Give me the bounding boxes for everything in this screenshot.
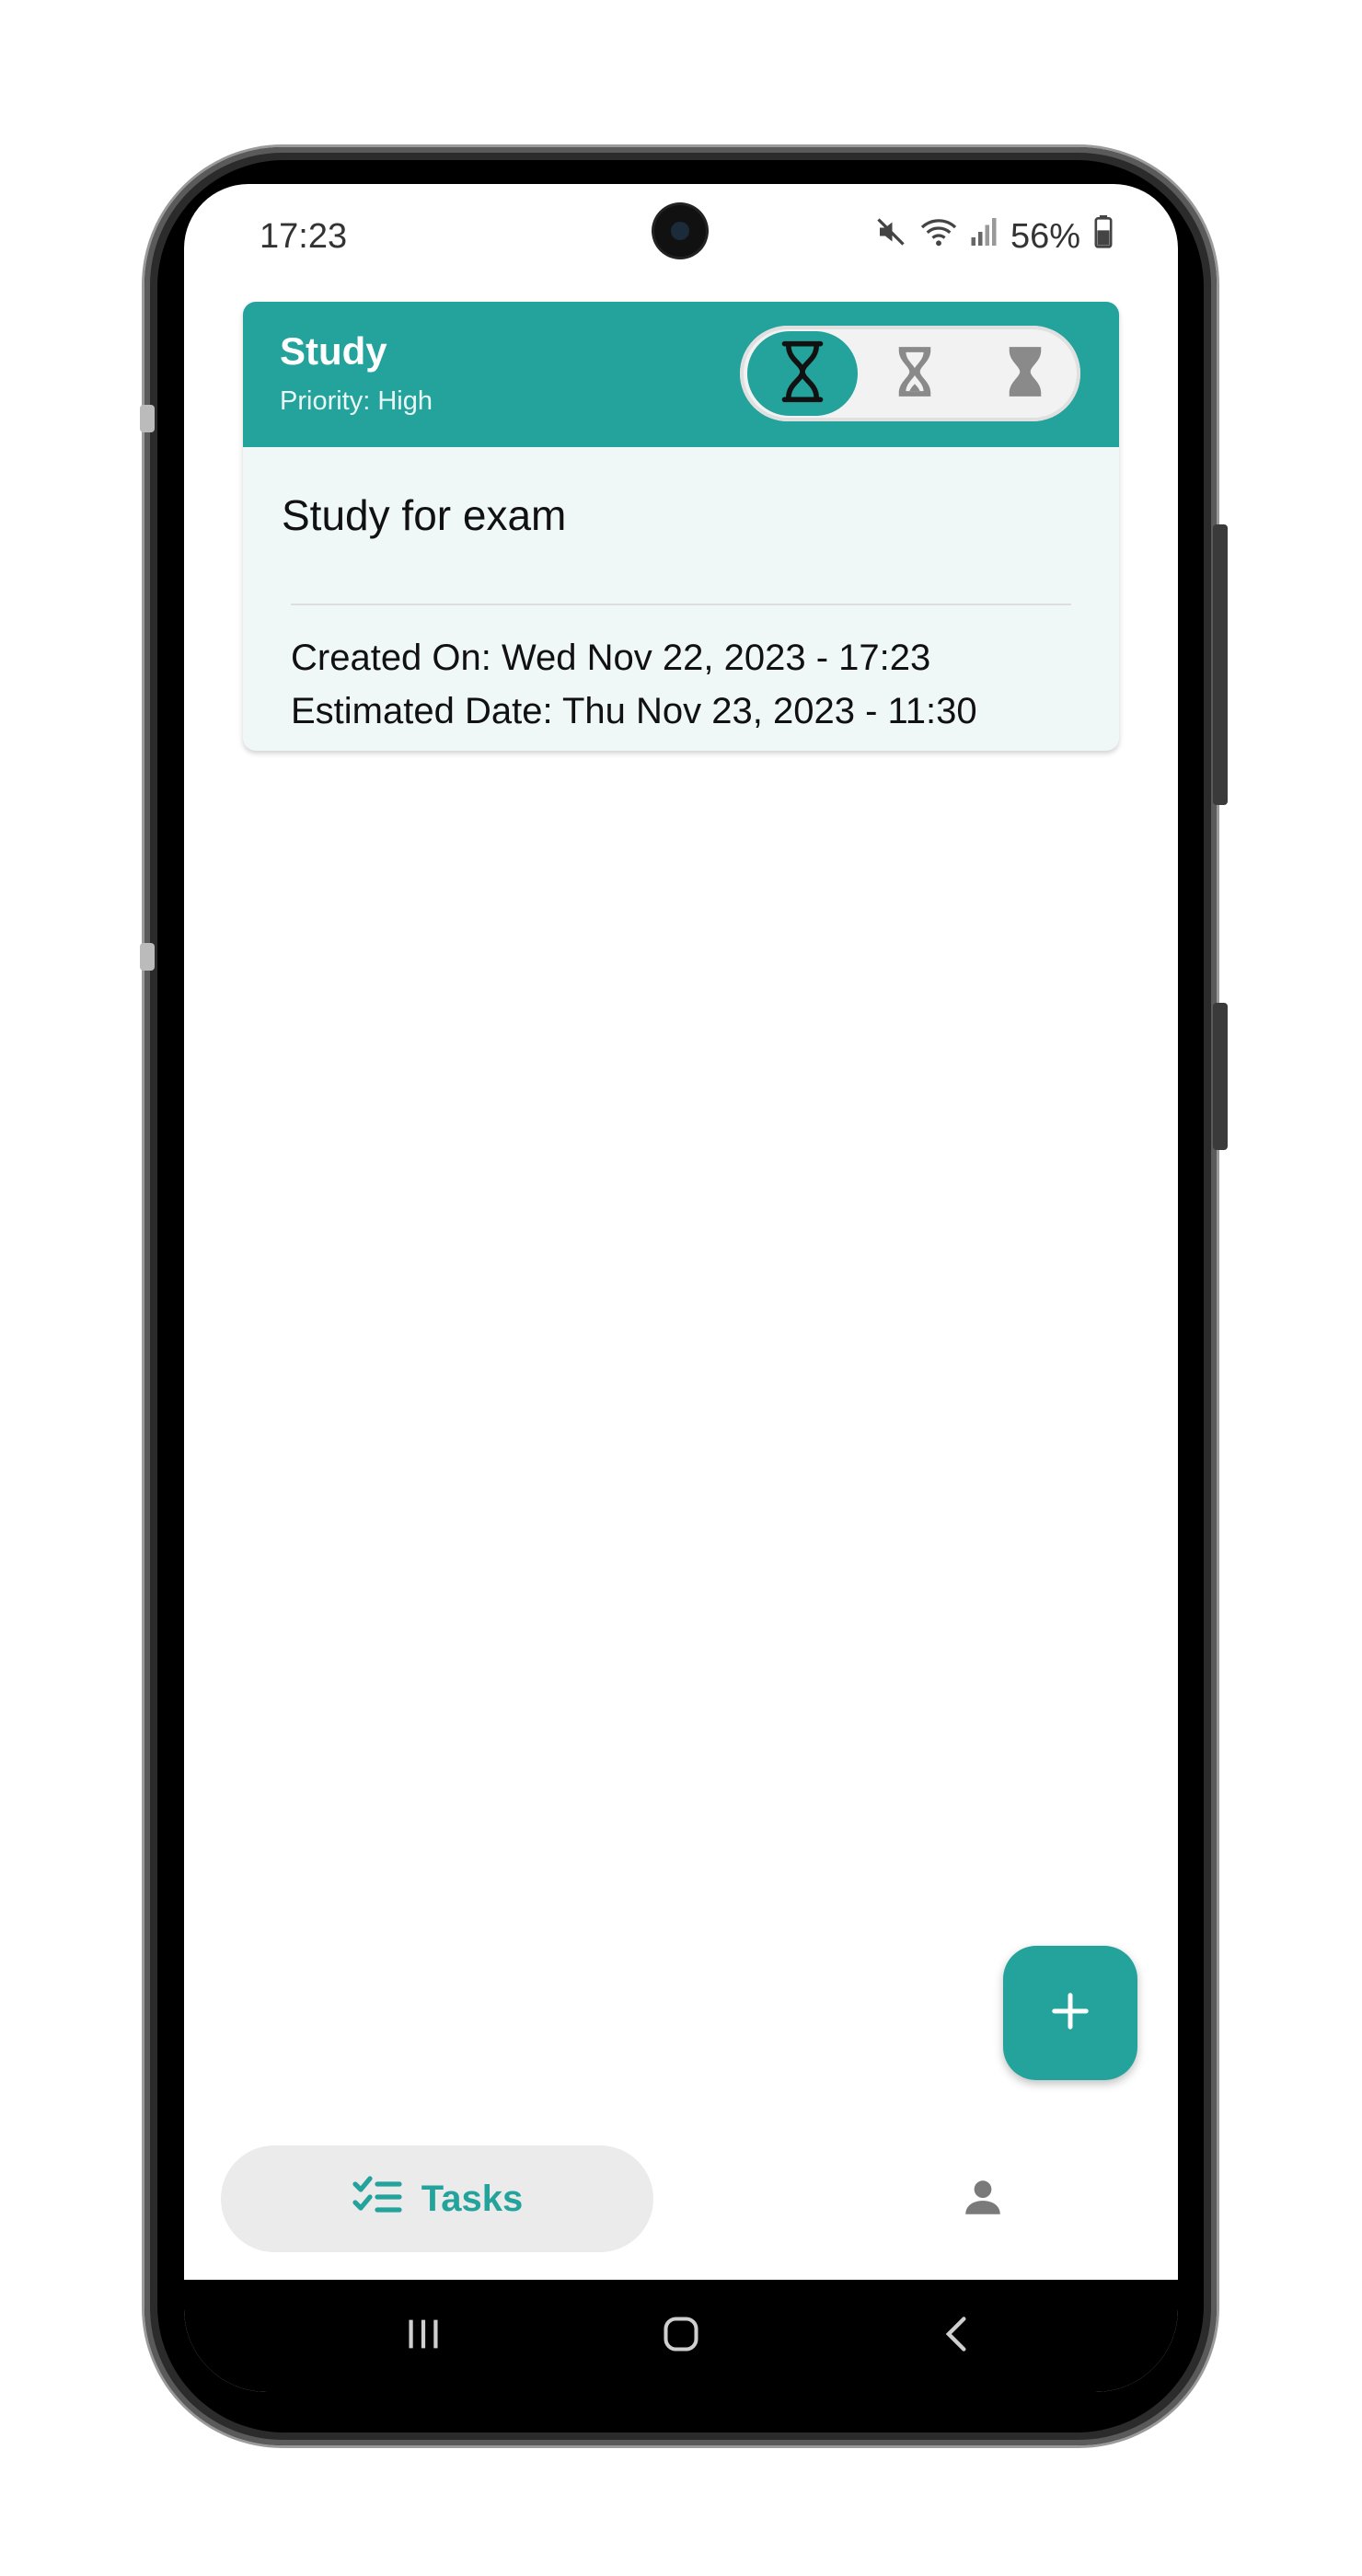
wifi-icon [920, 215, 957, 258]
status-time: 17:23 [260, 217, 348, 256]
task-description: Study for exam [282, 491, 567, 539]
home-button[interactable] [626, 2280, 736, 2392]
task-priority: Priority: High [280, 386, 433, 416]
front-camera [654, 205, 706, 257]
hourglass-full-icon [1004, 341, 1046, 407]
nav-tasks-label: Tasks [421, 2178, 524, 2219]
hourglass-empty-icon [779, 339, 826, 408]
status-toggle-done[interactable] [970, 331, 1080, 416]
nav-item-tasks[interactable]: Tasks [221, 2145, 653, 2252]
nav-item-profile[interactable] [955, 2171, 1010, 2226]
system-navigation-bar [184, 2280, 1178, 2392]
frame-notch-left-bottom [140, 943, 155, 971]
recents-icon [402, 2316, 444, 2357]
battery-icon [1093, 215, 1114, 258]
mute-icon [874, 215, 907, 258]
status-icons: 56% [874, 215, 1114, 258]
task-estimated-date: Estimated Date: Thu Nov 23, 2023 - 11:30 [291, 691, 977, 731]
task-title: Study [280, 329, 387, 373]
task-created-on: Created On: Wed Nov 22, 2023 - 17:23 [291, 638, 931, 678]
task-card[interactable]: Study Priority: High Study for exam Crea… [243, 302, 1119, 751]
battery-percentage: 56% [1010, 216, 1080, 256]
home-icon [661, 2314, 701, 2359]
card-divider [291, 604, 1071, 605]
task-card-header: Study Priority: High [243, 302, 1119, 447]
status-bar: 17:23 56% [184, 184, 1178, 285]
signal-icon [970, 216, 998, 257]
frame-notch-left-top [140, 405, 155, 432]
plus-icon [1049, 1990, 1091, 2037]
volume-button [1213, 524, 1228, 805]
add-task-button[interactable] [1003, 1946, 1137, 2080]
back-button[interactable] [902, 2280, 1012, 2392]
person-icon [960, 2174, 1006, 2225]
power-button [1213, 1003, 1228, 1150]
status-toggle-not-started[interactable] [747, 331, 858, 416]
app-screen: 17:23 56% Study Priority: High Study for… [184, 184, 1178, 2392]
recents-button[interactable] [368, 2280, 479, 2392]
hourglass-top-icon [894, 341, 936, 407]
checklist-icon [352, 2175, 403, 2224]
back-icon [939, 2314, 975, 2359]
status-toggle-group [740, 326, 1080, 421]
status-toggle-in-progress[interactable] [860, 331, 970, 416]
